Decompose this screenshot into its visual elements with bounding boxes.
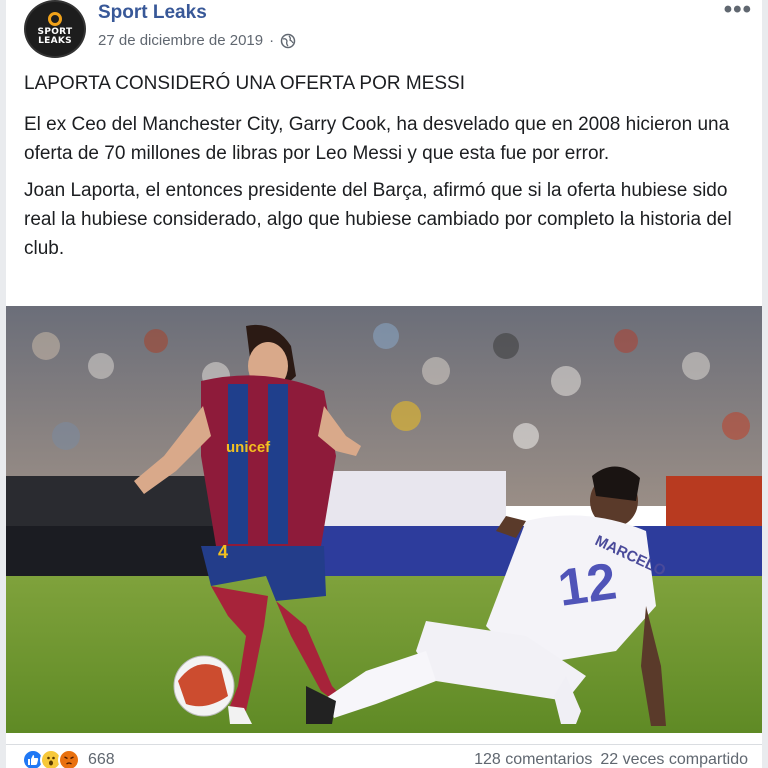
angry-icon bbox=[58, 749, 80, 768]
post-card: SPORT LEAKS Sport Leaks 27 de diciembre … bbox=[6, 0, 762, 768]
reactions-summary[interactable]: 668 bbox=[22, 749, 115, 768]
logo-mark-icon bbox=[48, 12, 62, 26]
post-photo[interactable]: unicef 4 MARCELO 12 bbox=[6, 306, 762, 733]
globe-icon[interactable] bbox=[280, 33, 296, 49]
post-headline: LAPORTA CONSIDERÓ UNA OFERTA POR MESSI bbox=[24, 73, 465, 94]
shares-count-link[interactable]: 22 veces compartido bbox=[600, 751, 748, 768]
football-photo: unicef 4 MARCELO 12 bbox=[6, 306, 762, 733]
post-paragraph-1: El ex Ceo del Manchester City, Garry Coo… bbox=[24, 114, 730, 164]
post-footer: 668 128 comentarios 22 veces compartido bbox=[6, 744, 762, 768]
post-text: LAPORTA CONSIDERÓ UNA OFERTA POR MESSI E… bbox=[24, 72, 750, 271]
comments-count-link[interactable]: 128 comentarios bbox=[474, 751, 592, 768]
football bbox=[173, 655, 235, 717]
post-date-link[interactable]: 27 de diciembre de 2019 bbox=[98, 32, 263, 49]
shirt-sponsor: unicef bbox=[226, 439, 271, 456]
page-avatar[interactable]: SPORT LEAKS bbox=[24, 0, 86, 58]
meta-separator: · bbox=[269, 32, 275, 49]
page-name-link[interactable]: Sport Leaks bbox=[98, 2, 207, 24]
opponent-number: 12 bbox=[555, 552, 620, 617]
post-meta: 27 de diciembre de 2019 · bbox=[98, 32, 296, 49]
reaction-count: 668 bbox=[88, 751, 115, 768]
ad-board-white bbox=[306, 471, 506, 526]
engagement-counts: 128 comentarios 22 veces compartido bbox=[474, 751, 748, 768]
more-icon[interactable]: ••• bbox=[724, 0, 752, 24]
logo-line-2: LEAKS bbox=[38, 36, 72, 46]
flag bbox=[666, 476, 762, 526]
post-header: SPORT LEAKS Sport Leaks 27 de diciembre … bbox=[6, 0, 762, 62]
post-paragraph-2: Joan Laporta, el entonces presidente del… bbox=[24, 180, 732, 259]
shorts-number: 4 bbox=[218, 542, 228, 562]
avatar-logo: SPORT LEAKS bbox=[38, 28, 73, 46]
